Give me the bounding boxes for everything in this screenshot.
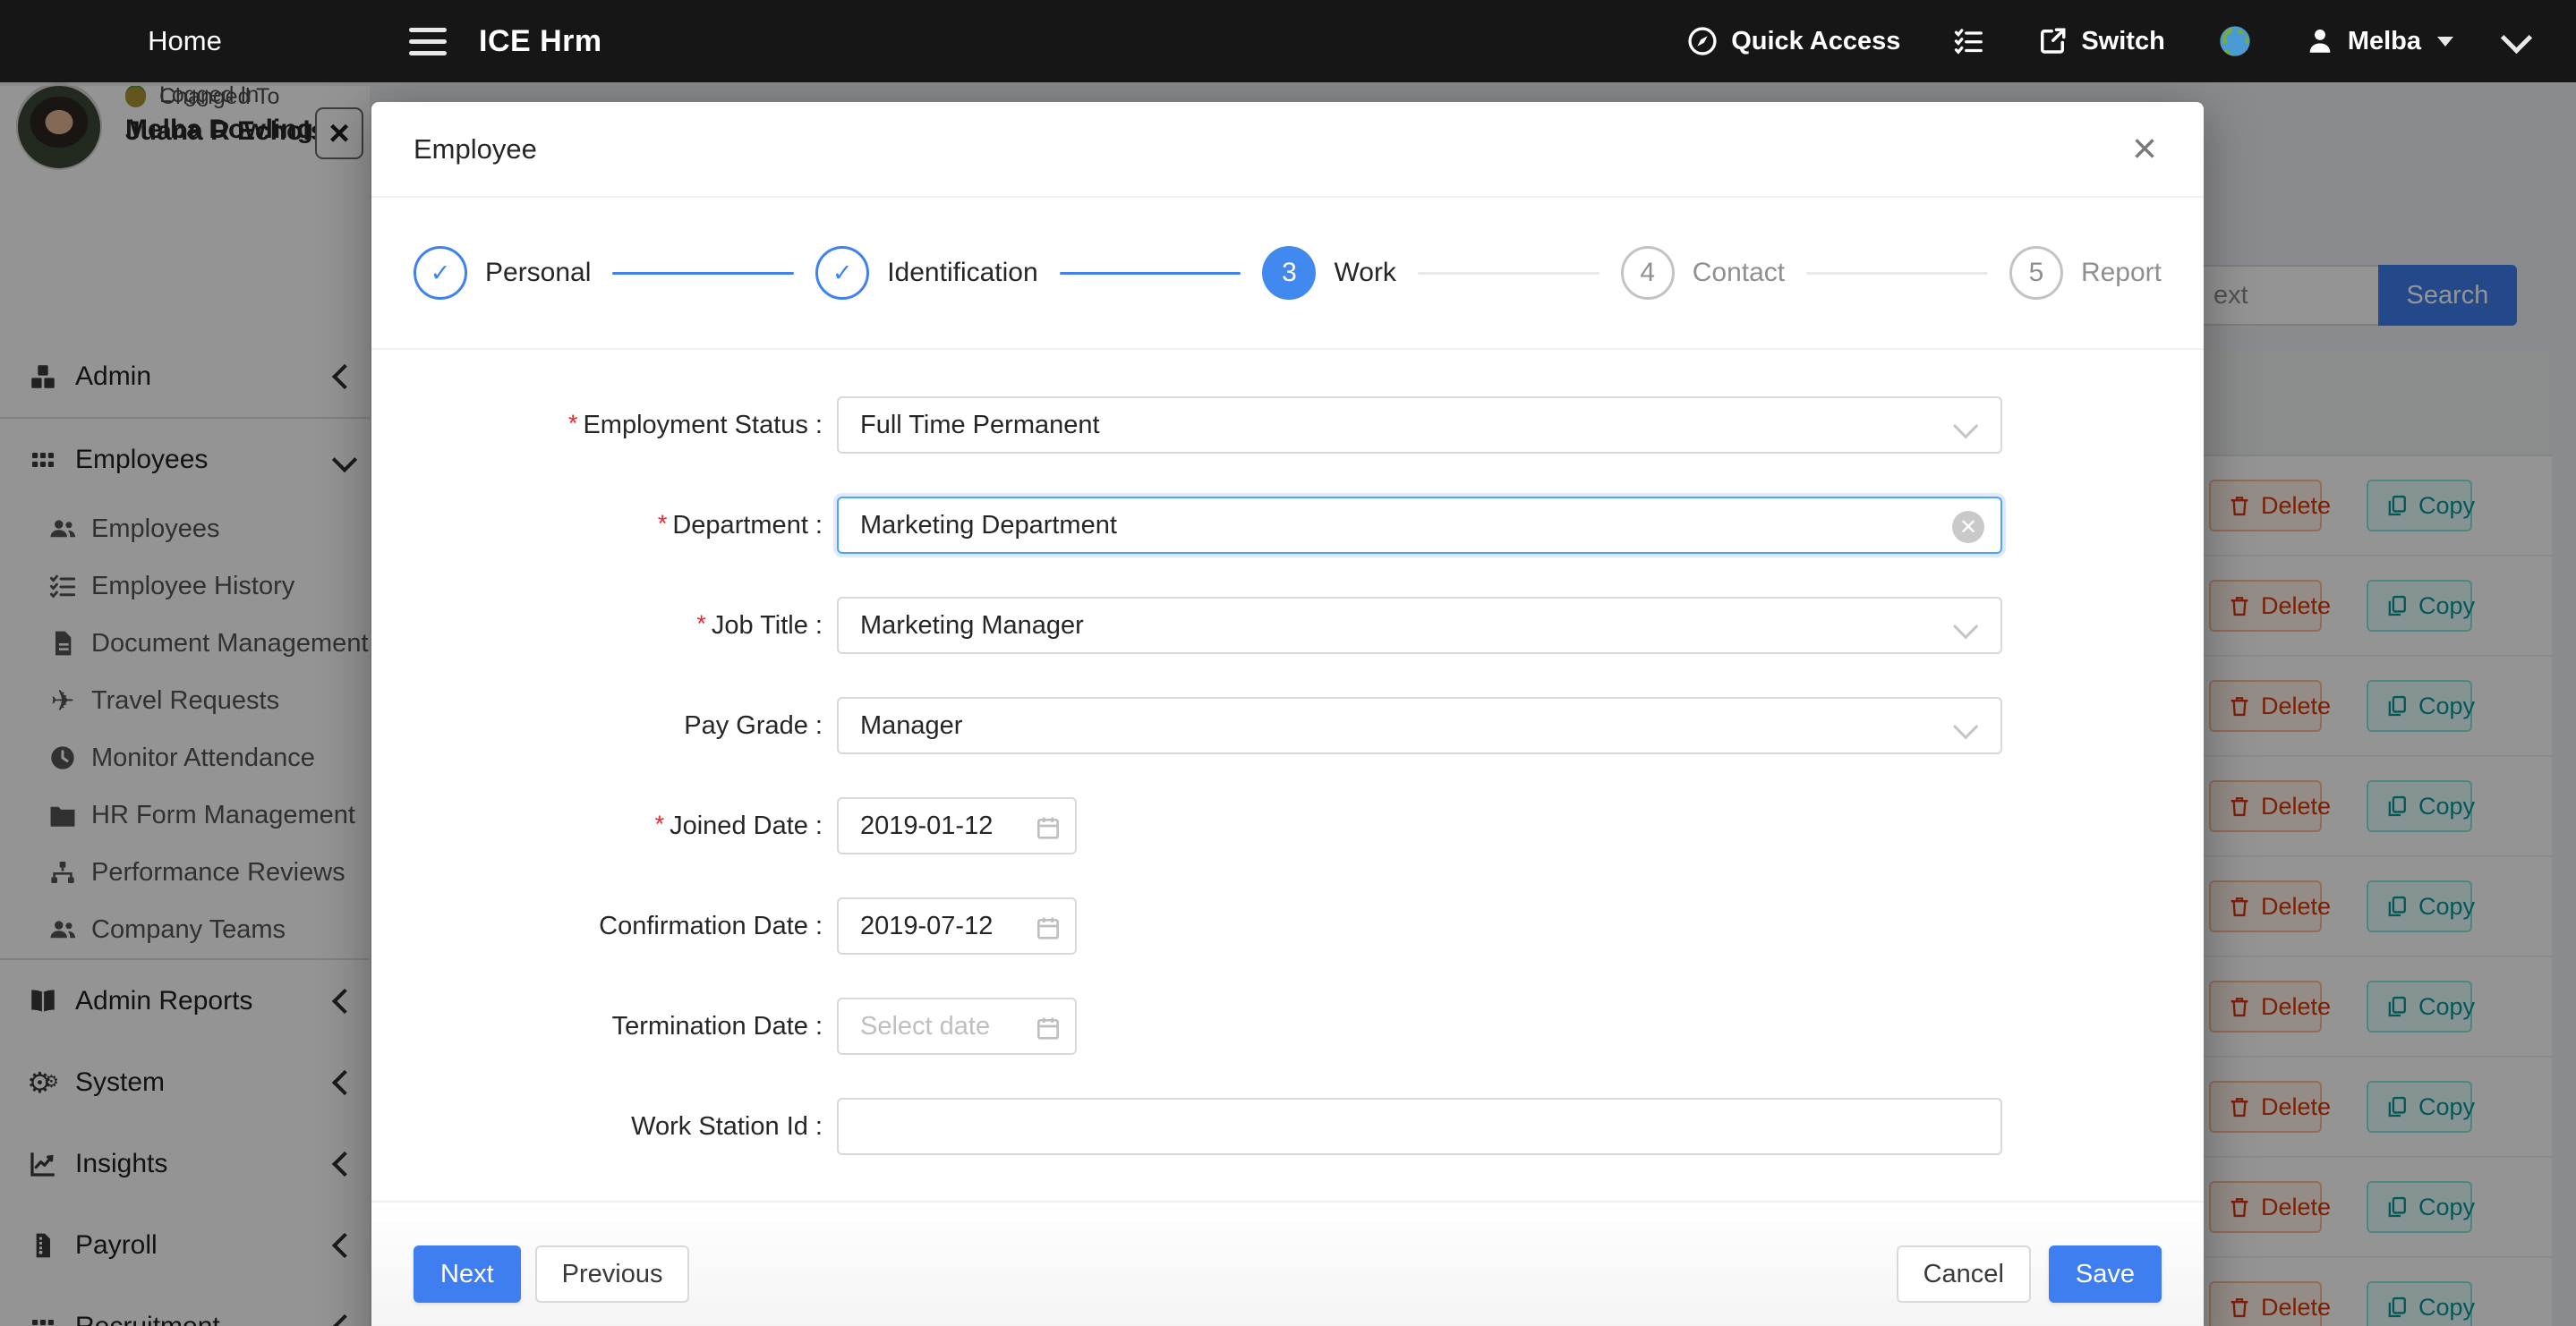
employee-modal: Employee × ✓ Personal ✓ Identification 3: [371, 102, 2204, 1326]
field-value: Marketing Department: [860, 511, 1117, 540]
field-label: *Department :: [371, 511, 837, 540]
step-label: Report: [2081, 258, 2162, 288]
wizard-steps: ✓ Personal ✓ Identification 3 Work 4: [371, 198, 2204, 350]
home-nav[interactable]: Home: [0, 25, 370, 57]
form-row: *Job Title : Marketing Manager ✕: [371, 597, 2204, 654]
app-root: Home ICE Hrm Quick Access Switch Melba: [0, 0, 2576, 1326]
calendar-icon: [1034, 914, 1062, 949]
required-star: *: [655, 811, 665, 837]
select-chevron-icon: [1953, 614, 1978, 639]
save-button[interactable]: Save: [2049, 1245, 2162, 1303]
quick-access-button[interactable]: Quick Access: [1686, 25, 1900, 57]
step-label: Contact: [1693, 258, 1785, 288]
field-label: *Pay Grade :: [371, 711, 837, 741]
chevron-down-icon: [2501, 21, 2532, 53]
form-row: *Work Station Id : ✕: [371, 1098, 2204, 1155]
calendar-icon: [1034, 1014, 1062, 1050]
step-label: Personal: [485, 258, 591, 288]
checklist-icon: [1952, 25, 1984, 57]
field-value: Manager: [860, 711, 962, 741]
switch-icon: [2036, 25, 2068, 57]
field-label: *Job Title :: [371, 611, 837, 641]
modal-title: Employee: [414, 133, 537, 166]
step-label: Identification: [887, 258, 1037, 288]
app-title: ICE Hrm: [479, 24, 602, 59]
topbar: Home ICE Hrm Quick Access Switch Melba: [0, 0, 2576, 82]
required-star: *: [568, 410, 578, 437]
step-circle: 5: [2009, 246, 2063, 300]
wizard-step[interactable]: 4 Contact: [1621, 246, 1785, 300]
caret-down-icon: [2437, 37, 2453, 47]
field-label: *Employment Status :: [371, 411, 837, 440]
next-button[interactable]: Next: [414, 1245, 521, 1303]
field-control[interactable]: Marketing Department ✕: [837, 497, 2002, 554]
required-star: *: [658, 510, 668, 537]
field-value: Marketing Manager: [860, 611, 1084, 641]
field-control[interactable]: Full Time Permanent ✕: [837, 396, 2002, 454]
person-icon: [2305, 26, 2335, 56]
field-control[interactable]: Manager ✕: [837, 697, 2002, 754]
step-connector: [1418, 272, 1599, 275]
field-control[interactable]: 2019-01-12 ✕: [837, 797, 1077, 854]
step-connector: [612, 272, 794, 275]
step-circle: ✓: [815, 246, 869, 300]
field-control[interactable]: Marketing Manager ✕: [837, 597, 2002, 654]
field-label: *Joined Date :: [371, 812, 837, 841]
required-star: *: [696, 610, 706, 637]
calendar-icon: [1034, 813, 1062, 849]
user-name: Melba: [2348, 27, 2421, 56]
form-row: *Department : Marketing Department ✕: [371, 497, 2204, 554]
field-control[interactable]: Select date ✕: [837, 998, 1077, 1055]
field-value: Full Time Permanent: [860, 411, 1100, 440]
clear-field-icon[interactable]: ✕: [1952, 511, 1984, 543]
field-control[interactable]: ✕: [837, 1098, 2002, 1155]
switch-button[interactable]: Switch: [2036, 25, 2164, 57]
previous-button[interactable]: Previous: [535, 1245, 690, 1303]
wizard-step[interactable]: 3 Work: [1262, 246, 1395, 300]
field-value: 2019-01-12: [860, 812, 993, 841]
step-connector: [1806, 272, 1988, 275]
field-placeholder: Select date: [860, 1012, 990, 1041]
task-list-button[interactable]: [1952, 25, 1984, 57]
form-row: *Termination Date : Select date ✕: [371, 998, 2204, 1055]
field-value: 2019-07-12: [860, 912, 993, 941]
hamburger-icon[interactable]: [409, 28, 447, 55]
form-row: *Employment Status : Full Time Permanent…: [371, 396, 2204, 454]
collapse-topbar-button[interactable]: [2505, 34, 2528, 49]
form-row: *Pay Grade : Manager ✕: [371, 697, 2204, 754]
step-connector: [1060, 272, 1241, 275]
step-label: Work: [1334, 258, 1395, 288]
field-label: *Termination Date :: [371, 1012, 837, 1041]
user-menu[interactable]: Melba: [2305, 26, 2453, 56]
select-chevron-icon: [1953, 413, 1978, 438]
field-label: *Work Station Id :: [371, 1112, 837, 1142]
close-modal-button[interactable]: ×: [2118, 122, 2171, 175]
form-row: *Joined Date : 2019-01-12 ✕: [371, 797, 2204, 854]
field-label: *Confirmation Date :: [371, 912, 837, 941]
step-circle: 4: [1621, 246, 1675, 300]
globe-icon: [2217, 23, 2253, 59]
form-row: *Confirmation Date : 2019-07-12 ✕: [371, 897, 2204, 955]
field-control[interactable]: 2019-07-12 ✕: [837, 897, 1077, 955]
wizard-step[interactable]: 5 Report: [2009, 246, 2162, 300]
compass-icon: [1686, 25, 1719, 57]
cancel-button[interactable]: Cancel: [1897, 1245, 2031, 1303]
language-globe-button[interactable]: [2217, 23, 2253, 59]
step-circle: ✓: [414, 246, 467, 300]
wizard-step[interactable]: ✓ Personal: [414, 246, 591, 300]
wizard-step[interactable]: ✓ Identification: [815, 246, 1037, 300]
select-chevron-icon: [1953, 714, 1978, 739]
step-circle: 3: [1262, 246, 1316, 300]
